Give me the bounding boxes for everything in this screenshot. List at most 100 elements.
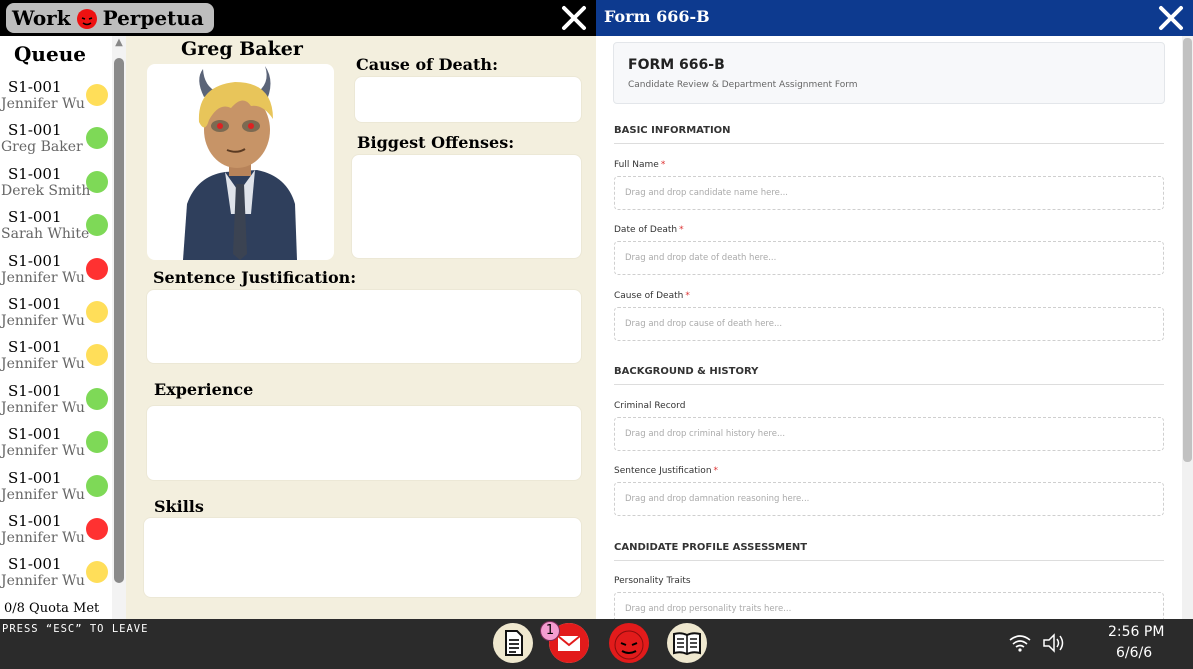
status-dot-green	[86, 214, 108, 237]
logo-word-perpetua: Perpetua	[102, 6, 204, 30]
app-logo: Work Perpetua	[6, 3, 214, 33]
status-dot-red	[86, 518, 108, 540]
candidate-name: Greg Baker	[181, 38, 303, 60]
clock-time: 2:56 PM	[1108, 624, 1165, 640]
date-of-death-dropzone[interactable]: Drag and drop date of death here...	[614, 241, 1164, 275]
sentence-justification-field-label: Sentence Justification *	[614, 466, 719, 476]
queue-item-name: Greg Baker	[1, 139, 83, 156]
queue-item-name: Jennifer Wu	[1, 399, 85, 416]
queue-item-id: S1-001	[8, 425, 62, 444]
date-of-death-label: Date of Death *	[614, 225, 684, 235]
queue-item-name: Jennifer Wu	[1, 96, 85, 112]
status-dot-green	[86, 431, 108, 454]
queue-item-id: S1-001	[8, 512, 62, 530]
queue-item-name: Jennifer Wu	[1, 313, 85, 329]
queue-item-name: Derek Smith	[1, 182, 91, 199]
cause-of-death-label: Cause of Death:	[356, 55, 498, 74]
queue-item-id: S1-001	[8, 295, 62, 313]
queue-item-id: S1-001	[8, 555, 62, 574]
esc-hint: PRESS “ESC” TO LEAVE	[2, 623, 149, 635]
full-name-label: Full Name *	[614, 160, 666, 170]
queue-item-id: S1-001	[8, 381, 62, 400]
cause-of-death-box[interactable]	[354, 76, 582, 123]
work-perpetua-window: Work Perpetua Queue S1-001 Jennifer Wu S1-…	[0, 0, 596, 619]
sentence-justification-label: Sentence Justification:	[153, 268, 357, 287]
form-scrollbar[interactable]	[1182, 36, 1193, 619]
status-dot-yellow	[86, 301, 108, 323]
skills-box[interactable]	[143, 517, 582, 598]
form-content[interactable]: FORM 666-B Candidate Review & Department…	[596, 36, 1193, 619]
queue-title: Queue	[14, 42, 86, 66]
biggest-offenses-box[interactable]	[351, 154, 582, 259]
form-code: FORM 666-B	[628, 57, 725, 73]
section-background-history: BACKGROUND & HISTORY	[614, 366, 1164, 385]
sentence-justification-dropzone[interactable]: Drag and drop damnation reasoning here..…	[614, 482, 1164, 516]
form-header-card: FORM 666-B Candidate Review & Department…	[613, 42, 1165, 104]
cause-of-death-dropzone[interactable]: Drag and drop cause of death here...	[614, 307, 1164, 341]
full-name-dropzone[interactable]: Drag and drop candidate name here...	[614, 176, 1164, 210]
queue-scroll-thumb[interactable]	[114, 58, 124, 583]
status-dot-yellow	[86, 561, 108, 584]
status-dot-green	[86, 474, 108, 497]
wifi-icon[interactable]	[1008, 633, 1032, 653]
queue-item[interactable]: S1-001 Derek Smith	[0, 165, 112, 208]
criminal-record-dropzone[interactable]: Drag and drop criminal history here...	[614, 417, 1164, 451]
document-icon[interactable]	[493, 623, 533, 663]
clock-date: 6/6/6	[1116, 645, 1153, 661]
queue-item[interactable]: S1-001 Sarah White	[0, 208, 112, 251]
queue-scrollbar[interactable]: ▲	[112, 36, 126, 619]
section-basic-information: BASIC INFORMATION	[614, 125, 1164, 144]
personality-traits-dropzone[interactable]: Drag and drop personality traits here...	[614, 592, 1164, 619]
mail-notification-badge: 1	[540, 621, 560, 641]
queue-item[interactable]: S1-001 Jennifer Wu	[0, 512, 112, 555]
queue-item-id: S1-001	[8, 78, 62, 96]
candidate-portrait	[147, 64, 334, 260]
devil-icon[interactable]	[609, 623, 649, 663]
scroll-up-arrow-icon[interactable]: ▲	[114, 38, 124, 48]
queue-item-id: S1-001	[8, 121, 62, 140]
queue-item[interactable]: S1-001 Jennifer Wu	[0, 425, 112, 468]
queue-item-name: Jennifer Wu	[1, 530, 85, 546]
form-window-title: Form 666-B	[604, 7, 710, 26]
queue-item-id: S1-001	[8, 164, 62, 183]
queue-item[interactable]: S1-001 Jennifer Wu	[0, 78, 112, 121]
book-icon[interactable]	[667, 623, 707, 663]
queue-item-name: Jennifer Wu	[1, 573, 85, 590]
close-icon[interactable]	[1157, 4, 1185, 32]
queue-item-id: S1-001	[8, 208, 62, 227]
queue-item[interactable]: S1-001 Jennifer Wu	[0, 252, 112, 295]
taskbar: PRESS “ESC” TO LEAVE 1 2:56 PM 6/6/6	[0, 619, 1193, 669]
queue-item-name: Jennifer Wu	[1, 486, 85, 503]
queue-item[interactable]: S1-001 Greg Baker	[0, 121, 112, 164]
queue-item-name: Sarah White	[1, 226, 90, 243]
status-dot-green	[86, 127, 108, 150]
queue-item[interactable]: S1-001 Jennifer Wu	[0, 555, 112, 598]
queue-item-id: S1-001	[8, 468, 62, 487]
close-icon[interactable]	[560, 4, 588, 32]
status-dot-green	[86, 170, 108, 193]
sentence-justification-box[interactable]	[146, 289, 582, 364]
personality-traits-label: Personality Traits	[614, 576, 691, 586]
queue-item-id: S1-001	[8, 338, 62, 357]
queue-item-name: Jennifer Wu	[1, 356, 85, 373]
biggest-offenses-label: Biggest Offenses:	[357, 133, 515, 152]
skills-label: Skills	[154, 497, 204, 516]
status-dot-red	[86, 257, 108, 280]
queue-item[interactable]: S1-001 Jennifer Wu	[0, 469, 112, 512]
queue-item-name: Jennifer Wu	[1, 269, 85, 286]
section-candidate-profile: CANDIDATE PROFILE ASSESSMENT	[614, 542, 1164, 561]
queue-item-id: S1-001	[8, 251, 62, 270]
cause-of-death-field-label: Cause of Death *	[614, 291, 690, 301]
logo-word-work: Work	[12, 6, 71, 30]
queue-item[interactable]: S1-001 Jennifer Wu	[0, 382, 112, 425]
form-scroll-thumb[interactable]	[1183, 38, 1192, 462]
experience-box[interactable]	[146, 405, 582, 481]
queue-item[interactable]: S1-001 Jennifer Wu	[0, 295, 112, 338]
status-dot-green	[86, 387, 108, 410]
volume-icon[interactable]	[1042, 633, 1068, 653]
queue-item[interactable]: S1-001 Jennifer Wu	[0, 338, 112, 381]
form-subtitle: Candidate Review & Department Assignment…	[628, 80, 858, 90]
devil-logo-icon	[76, 9, 97, 29]
form-titlebar: Form 666-B	[596, 0, 1193, 36]
queue-panel: Queue S1-001 Jennifer Wu S1-001 Greg Baker S…	[0, 36, 112, 619]
